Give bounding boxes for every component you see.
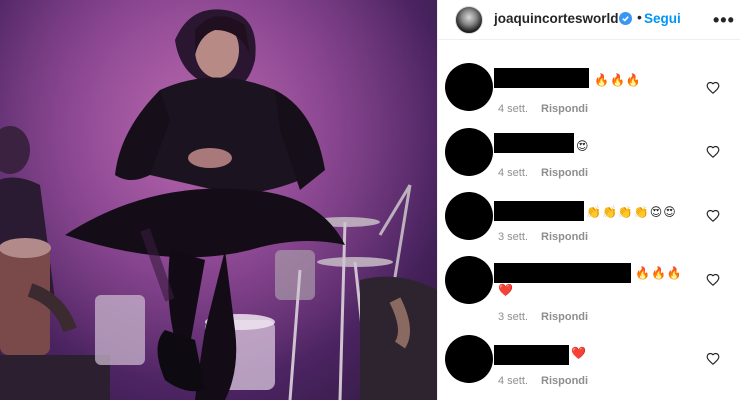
heart-icon[interactable] xyxy=(706,145,720,159)
comment-time: 4 sett. xyxy=(498,167,528,179)
comment-time: 4 sett. xyxy=(498,103,528,115)
comment-emojis: 🔥🔥🔥 xyxy=(635,266,683,280)
redacted-comment-text xyxy=(494,201,584,221)
reply-button[interactable]: Rispondi xyxy=(541,167,588,179)
reply-button[interactable]: Rispondi xyxy=(541,375,588,387)
heart-icon[interactable] xyxy=(706,352,720,366)
more-options-icon[interactable]: ••• xyxy=(713,10,735,31)
redacted-comment-text xyxy=(494,345,569,365)
reply-button[interactable]: Rispondi xyxy=(541,103,588,115)
comment-meta: 4 sett. Rispondi xyxy=(498,375,588,387)
comment-item: 🔥🔥🔥 ❤️ 3 sett. Rispondi xyxy=(438,256,740,323)
comment-emojis: ❤️ xyxy=(571,346,587,360)
comment-time: 3 sett. xyxy=(498,231,528,243)
comment-meta: 4 sett. Rispondi xyxy=(498,167,588,179)
heart-icon[interactable] xyxy=(706,81,720,95)
commenter-avatar[interactable] xyxy=(445,335,493,383)
author-username[interactable]: joaquincortesworld xyxy=(494,11,619,26)
comment-emojis: 😍 xyxy=(576,139,590,153)
comment-meta: 4 sett. Rispondi xyxy=(498,103,588,115)
comment-item: 🔥🔥🔥 4 sett. Rispondi xyxy=(438,63,740,123)
reply-button[interactable]: Rispondi xyxy=(541,311,588,323)
post-header: joaquincortesworld • Segui ••• xyxy=(438,0,740,40)
dancer-illustration xyxy=(0,0,437,400)
verified-badge-icon xyxy=(619,12,632,25)
commenter-avatar[interactable] xyxy=(445,192,493,240)
comment-item: 👏👏👏👏😍😍 3 sett. Rispondi xyxy=(438,192,740,252)
post-side-panel: joaquincortesworld • Segui ••• 🔥🔥🔥 4 set… xyxy=(437,0,740,400)
commenter-avatar[interactable] xyxy=(445,128,493,176)
commenter-avatar[interactable] xyxy=(445,63,493,111)
redacted-comment-text xyxy=(494,133,574,153)
comment-emojis: 👏👏👏👏😍😍 xyxy=(586,205,677,219)
comment-item: ❤️ 4 sett. Rispondi xyxy=(438,335,740,395)
separator-dot: • xyxy=(637,9,642,25)
redacted-comment-text xyxy=(494,263,631,283)
redacted-comment-text xyxy=(494,68,589,88)
reply-button[interactable]: Rispondi xyxy=(541,231,588,243)
heart-icon[interactable] xyxy=(706,273,720,287)
author-avatar[interactable] xyxy=(455,6,483,34)
comment-item: 😍 4 sett. Rispondi xyxy=(438,128,740,188)
heart-icon[interactable] xyxy=(706,209,720,223)
comment-emojis: 🔥🔥🔥 xyxy=(594,73,642,87)
comment-emojis-line2: ❤️ xyxy=(498,283,514,297)
post-photo[interactable] xyxy=(0,0,437,400)
comment-time: 4 sett. xyxy=(498,375,528,387)
commenter-avatar[interactable] xyxy=(445,256,493,304)
follow-button[interactable]: Segui xyxy=(644,11,681,26)
comment-time: 3 sett. xyxy=(498,311,528,323)
comment-meta: 3 sett. Rispondi xyxy=(498,311,588,323)
comment-meta: 3 sett. Rispondi xyxy=(498,231,588,243)
